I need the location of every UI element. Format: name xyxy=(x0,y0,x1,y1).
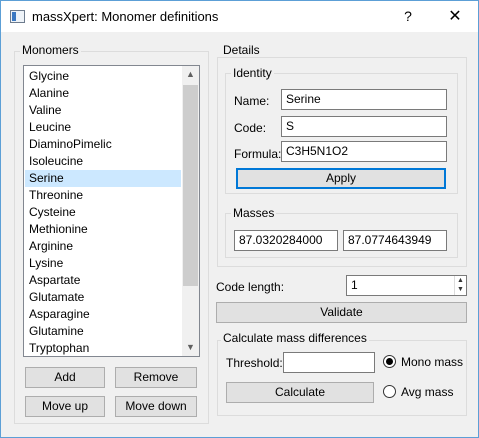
list-item[interactable]: Isoleucine xyxy=(25,153,181,170)
list-item[interactable]: Serine xyxy=(25,170,181,187)
list-item[interactable]: Tryptophan xyxy=(25,340,181,356)
app-window-icon xyxy=(10,10,25,23)
apply-button[interactable]: Apply xyxy=(236,168,446,189)
formula-label: Formula: xyxy=(234,147,282,161)
mass-diff-group-title: Calculate mass differences xyxy=(221,331,369,345)
mono-mass-field[interactable]: 87.0320284000 xyxy=(234,230,338,251)
mono-mass-label[interactable]: Mono mass xyxy=(401,355,463,369)
details-group-title: Details xyxy=(221,43,262,57)
list-item[interactable]: Glutamine xyxy=(25,323,181,340)
list-item[interactable]: Glycine xyxy=(25,68,181,85)
validate-button[interactable]: Validate xyxy=(216,302,467,323)
window-title: massXpert: Monomer definitions xyxy=(32,9,219,24)
avg-mass-field[interactable]: 87.0774643949 xyxy=(343,230,447,251)
remove-button[interactable]: Remove xyxy=(115,367,197,388)
avg-mass-label[interactable]: Avg mass xyxy=(401,385,453,399)
list-item[interactable]: Lysine xyxy=(25,255,181,272)
list-item[interactable]: Leucine xyxy=(25,119,181,136)
close-button[interactable]: ✕ xyxy=(432,1,478,32)
spin-arrows[interactable]: ▲ ▼ xyxy=(454,276,466,295)
monomer-list[interactable]: Glycine Alanine Valine Leucine DiaminoPimeli… xyxy=(23,65,200,357)
list-item[interactable]: Valine xyxy=(25,102,181,119)
threshold-label: Threshold: xyxy=(226,356,283,370)
code-length-label: Code length: xyxy=(216,280,285,294)
scroll-thumb[interactable] xyxy=(183,85,198,286)
code-label: Code: xyxy=(234,121,267,135)
list-item[interactable]: Alanine xyxy=(25,85,181,102)
list-item[interactable]: DiaminoPimelic xyxy=(25,136,181,153)
list-item[interactable]: Glutamate xyxy=(25,289,181,306)
move-up-button[interactable]: Move up xyxy=(25,396,105,417)
threshold-field[interactable] xyxy=(283,352,375,373)
list-item[interactable]: Arginine xyxy=(25,238,181,255)
code-length-spinbox[interactable]: 1 ▲ ▼ xyxy=(346,275,467,296)
list-item[interactable]: Threonine xyxy=(25,187,181,204)
code-length-value: 1 xyxy=(351,278,358,292)
scroll-up-arrow-icon[interactable]: ▲ xyxy=(182,66,199,83)
name-field[interactable]: Serine xyxy=(281,89,447,110)
mono-mass-radio[interactable] xyxy=(383,355,396,368)
list-item[interactable]: Cysteine xyxy=(25,204,181,221)
scroll-down-arrow-icon[interactable]: ▼ xyxy=(182,339,199,356)
help-button[interactable]: ? xyxy=(385,1,431,32)
list-item[interactable]: Methionine xyxy=(25,221,181,238)
monomer-list-scrollbar[interactable]: ▲ ▼ xyxy=(182,66,199,356)
calculate-button[interactable]: Calculate xyxy=(226,382,374,403)
monomers-group-title: Monomers xyxy=(20,43,81,57)
identity-group-title: Identity xyxy=(231,66,274,80)
code-field[interactable]: S xyxy=(281,116,447,137)
title-bar[interactable]: massXpert: Monomer definitions ? ✕ xyxy=(1,1,478,32)
list-item[interactable]: Aspartate xyxy=(25,272,181,289)
add-button[interactable]: Add xyxy=(25,367,105,388)
list-item[interactable]: Asparagine xyxy=(25,306,181,323)
move-down-button[interactable]: Move down xyxy=(115,396,197,417)
spin-down-icon[interactable]: ▼ xyxy=(455,285,466,294)
masses-group-title: Masses xyxy=(231,206,277,220)
spin-up-icon[interactable]: ▲ xyxy=(455,276,466,285)
dialog-window: massXpert: Monomer definitions ? ✕ Monom… xyxy=(0,0,479,438)
avg-mass-radio[interactable] xyxy=(383,385,396,398)
name-label: Name: xyxy=(234,94,270,108)
formula-field[interactable]: C3H5N1O2 xyxy=(281,141,447,162)
